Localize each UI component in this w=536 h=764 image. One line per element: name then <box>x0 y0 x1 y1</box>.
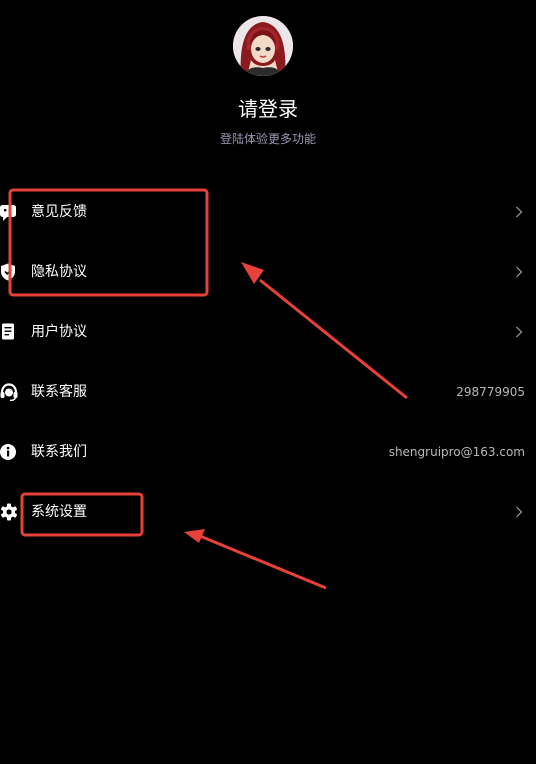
profile-header[interactable]: 请登录 登陆体验更多功能 <box>0 0 536 170</box>
info-icon <box>0 443 18 461</box>
chevron-right-icon <box>515 506 523 518</box>
gear-icon <box>0 503 18 521</box>
chevron-right-icon <box>515 206 523 218</box>
menu-item-user-agreement[interactable]: 用户协议 <box>0 302 536 362</box>
menu-item-customer-service[interactable]: 联系客服 298779905 <box>0 362 536 422</box>
contact-email: shengruipro@163.com <box>388 445 525 459</box>
login-subtitle: 登陆体验更多功能 <box>219 132 316 146</box>
menu-item-label: 用户协议 <box>31 324 87 340</box>
menu-item-feedback[interactable]: 意见反馈 <box>0 182 536 242</box>
avatar-illustration-icon <box>233 16 293 76</box>
menu-item-label: 系统设置 <box>31 504 87 520</box>
customer-service-number: 298779905 <box>456 385 525 399</box>
menu-item-label: 联系我们 <box>31 444 87 460</box>
menu-item-privacy[interactable]: 隐私协议 <box>0 242 536 302</box>
headset-icon <box>0 383 18 401</box>
feedback-icon <box>0 203 18 221</box>
chevron-right-icon <box>515 326 523 338</box>
menu-item-label: 联系客服 <box>31 384 87 400</box>
menu-item-system-settings[interactable]: 系统设置 <box>0 482 536 542</box>
login-title[interactable]: 请登录 <box>0 96 536 122</box>
avatar[interactable] <box>233 16 293 76</box>
menu-item-label: 隐私协议 <box>31 264 87 280</box>
chevron-right-icon <box>515 266 523 278</box>
document-icon <box>0 323 18 341</box>
menu-item-contact-us[interactable]: 联系我们 shengruipro@163.com <box>0 422 536 482</box>
menu-item-label: 意见反馈 <box>31 204 87 220</box>
settings-menu: 意见反馈 隐私协议 用户协议 联系客服 298779905 联系我们 sheng… <box>0 182 536 542</box>
shield-icon <box>0 263 18 281</box>
